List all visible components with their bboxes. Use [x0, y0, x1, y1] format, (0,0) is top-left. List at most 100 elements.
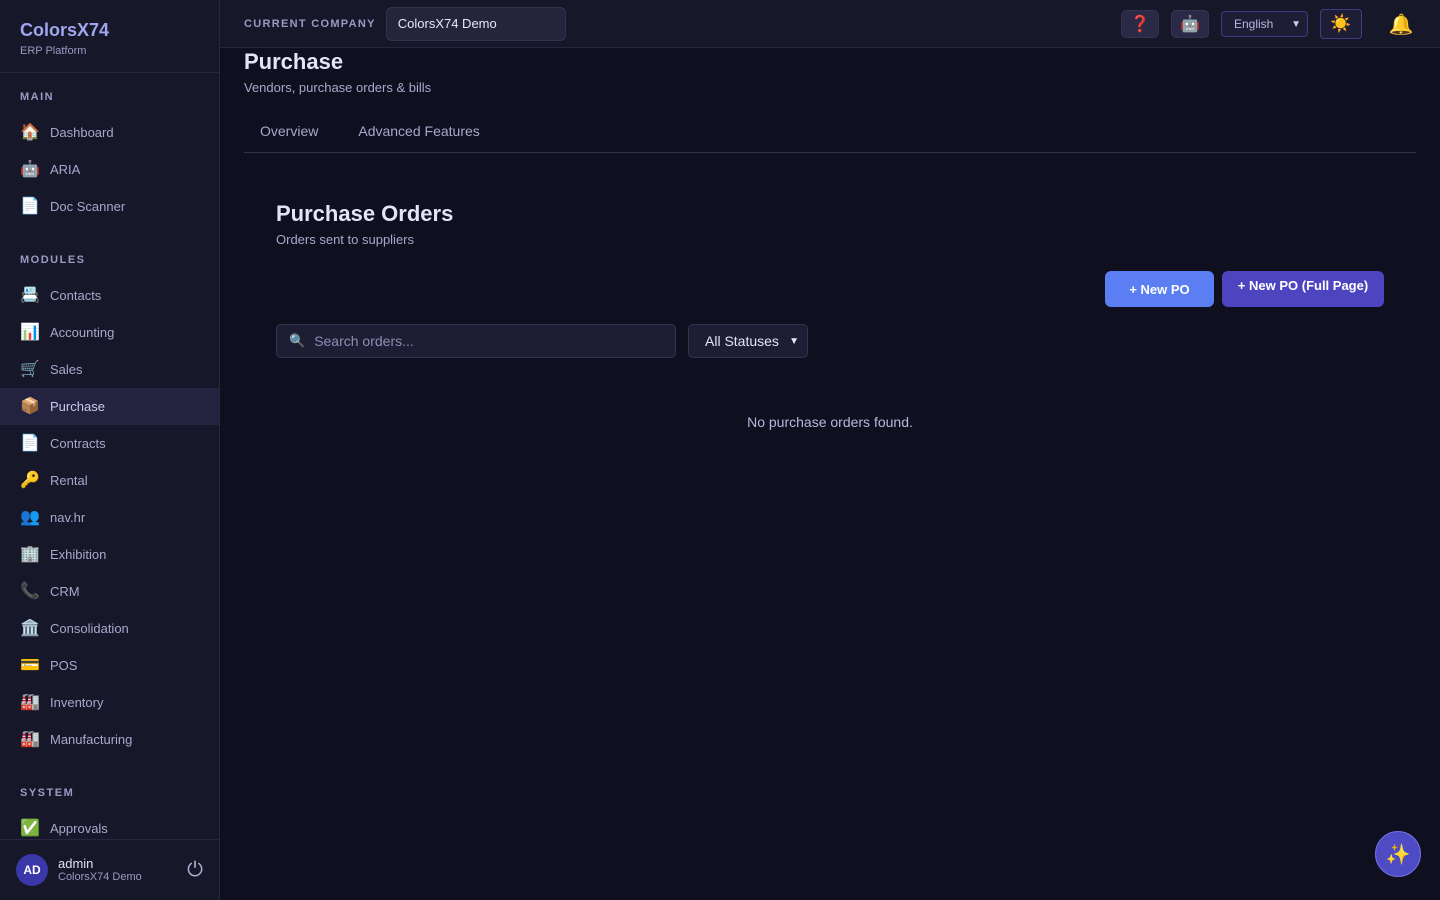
sidebar-item-doc-scanner[interactable]: 📄 Doc Scanner	[0, 188, 219, 225]
building-icon: 🏢	[20, 545, 40, 563]
sidebar-item-label: CRM	[50, 584, 80, 599]
sidebar: ColorsX74 ERP Platform MAIN 🏠 Dashboard 🤖 AR…	[0, 0, 220, 900]
sidebar-item-label: Contracts	[50, 436, 106, 451]
document-icon: 📄	[20, 197, 40, 215]
sidebar-item-label: Sales	[50, 362, 83, 377]
sidebar-item-consolidation[interactable]: 🏛️ Consolidation	[0, 610, 219, 647]
user-company: ColorsX74 Demo	[58, 871, 142, 883]
tab-advanced-features[interactable]: Advanced Features	[342, 113, 495, 152]
ai-assistant-fab[interactable]: ✨	[1375, 831, 1421, 877]
sidebar-nav: MAIN 🏠 Dashboard 🤖 ARIA 📄 Doc Scanner MODULES 📇 C…	[0, 73, 219, 839]
sidebar-item-label: POS	[50, 658, 78, 673]
check-icon: ✅	[20, 819, 40, 837]
notifications-button[interactable]: 🔔	[1386, 12, 1416, 37]
user-name: admin	[58, 856, 94, 871]
search-input[interactable]	[314, 333, 663, 349]
app-root: ColorsX74 ERP Platform MAIN 🏠 Dashboard 🤖 AR…	[0, 0, 1440, 900]
sidebar-section-label: SYSTEM	[20, 787, 75, 799]
help-icon: ❓	[1130, 16, 1150, 33]
topbar-actions: ❓ 🤖 English ▼ ☀️ 🔔	[1109, 0, 1416, 48]
user-footer: AD admin ColorsX74 Demo ⏻	[0, 839, 219, 900]
status-filter-select[interactable]: All Statuses ▼	[688, 324, 808, 358]
sidebar-item-label: Rental	[50, 473, 88, 488]
credit-card-icon: 💳	[20, 656, 40, 674]
sidebar-item-label: Dashboard	[50, 125, 114, 140]
avatar[interactable]: AD	[16, 854, 48, 886]
company-select[interactable]: ColorsX74 Demo	[385, 6, 566, 41]
cart-icon: 🛒	[20, 360, 40, 378]
panel-actions: + New PO + New PO (Full Page)	[276, 271, 1384, 307]
sidebar-item-crm[interactable]: 📞 CRM	[0, 573, 219, 610]
tab-overview[interactable]: Overview	[244, 113, 334, 152]
sidebar-section-label: MAIN	[20, 91, 55, 103]
new-po-full-page-button[interactable]: + New PO (Full Page)	[1222, 271, 1384, 307]
sidebar-item-manufacturing[interactable]: 🏭 Manufacturing	[0, 721, 219, 758]
panel-subtitle: Orders sent to suppliers	[276, 232, 415, 247]
sidebar-item-rental[interactable]: 🔑 Rental	[0, 462, 219, 499]
sidebar-item-contracts[interactable]: 📄 Contracts	[0, 425, 219, 462]
language-value: English	[1234, 17, 1274, 31]
phone-icon: 📞	[20, 582, 40, 600]
sidebar-item-label: Exhibition	[50, 547, 107, 562]
sidebar-item-sales[interactable]: 🛒 Sales	[0, 351, 219, 388]
sidebar-item-label: Accounting	[50, 325, 115, 340]
new-po-button[interactable]: + New PO	[1105, 271, 1214, 307]
bell-icon: 🔔	[1388, 13, 1414, 36]
brand-subtitle: ERP Platform	[20, 45, 87, 57]
sidebar-item-accounting[interactable]: 📊 Accounting	[0, 314, 219, 351]
sidebar-item-exhibition[interactable]: 🏢 Exhibition	[0, 536, 219, 573]
sun-icon: ☀️	[1330, 14, 1352, 33]
sidebar-item-approvals[interactable]: ✅ Approvals	[0, 810, 219, 839]
key-icon: 🔑	[20, 471, 40, 489]
sidebar-item-label: Consolidation	[50, 621, 129, 636]
sidebar-item-pos[interactable]: 💳 POS	[0, 647, 219, 684]
page-title: Purchase	[244, 49, 344, 74]
people-icon: 👥	[20, 508, 40, 526]
sidebar-item-dashboard[interactable]: 🏠 Dashboard	[0, 114, 219, 151]
sidebar-section-label: MODULES	[20, 254, 86, 266]
language-select[interactable]: English ▼	[1221, 11, 1308, 37]
sidebar-item-purchase[interactable]: 📦 Purchase	[0, 388, 219, 425]
tab-bar: Overview Advanced Features	[244, 113, 1416, 153]
sidebar-item-label: nav.hr	[50, 510, 86, 525]
sparkles-icon: ✨	[1385, 843, 1411, 866]
sidebar-item-label: Doc Scanner	[50, 199, 126, 214]
current-company-label: CURRENT COMPANY	[244, 17, 376, 30]
sidebar-item-label: ARIA	[50, 162, 81, 177]
sidebar-item-contacts[interactable]: 📇 Contacts	[0, 277, 219, 314]
robot-icon: 🤖	[20, 160, 40, 178]
package-icon: 📦	[20, 397, 40, 415]
house-icon: 🏠	[20, 123, 40, 141]
sidebar-item-label: Contacts	[50, 288, 102, 303]
theme-toggle-button[interactable]: ☀️	[1320, 9, 1362, 39]
sidebar-item-nav-hr[interactable]: 👥 nav.hr	[0, 499, 219, 536]
sidebar-item-aria[interactable]: 🤖 ARIA	[0, 151, 219, 188]
search-icon: 🔍	[289, 333, 306, 348]
status-filter-value: All Statuses	[705, 333, 779, 349]
brand: ColorsX74 ERP Platform	[0, 0, 219, 73]
document-icon: 📄	[20, 434, 40, 452]
empty-state-message: No purchase orders found.	[747, 414, 913, 430]
logout-icon[interactable]: ⏻	[187, 859, 203, 882]
brand-name: ColorsX74	[20, 20, 110, 40]
help-button[interactable]: ❓	[1121, 10, 1159, 38]
main-area: CURRENT COMPANY ColorsX74 Demo ❓ 🤖 Engli…	[220, 0, 1440, 900]
panel-title: Purchase Orders	[276, 201, 454, 226]
sidebar-item-inventory[interactable]: 🏭 Inventory	[0, 684, 219, 721]
bank-icon: 🏛️	[20, 619, 40, 637]
bar-chart-icon: 📊	[20, 323, 40, 341]
page-subtitle: Vendors, purchase orders & bills	[244, 80, 432, 95]
topbar: CURRENT COMPANY ColorsX74 Demo ❓ 🤖 Engli…	[220, 0, 1440, 48]
assistant-button[interactable]: 🤖	[1171, 10, 1209, 38]
sidebar-item-label: Manufacturing	[50, 732, 133, 747]
search-box: 🔍	[276, 324, 676, 358]
factory-icon: 🏭	[20, 730, 40, 748]
purchase-orders-panel: Purchase Orders Orders sent to suppliers…	[244, 153, 1416, 430]
filters-row: 🔍 All Statuses ▼	[276, 324, 1384, 358]
sidebar-item-label: Approvals	[50, 821, 108, 836]
sidebar-item-label: Purchase	[50, 399, 105, 414]
user-info: admin ColorsX74 Demo	[58, 856, 187, 884]
chevron-down-icon: ▼	[789, 335, 799, 347]
robot-icon: 🤖	[1180, 16, 1200, 33]
sidebar-item-label: Inventory	[50, 695, 104, 710]
